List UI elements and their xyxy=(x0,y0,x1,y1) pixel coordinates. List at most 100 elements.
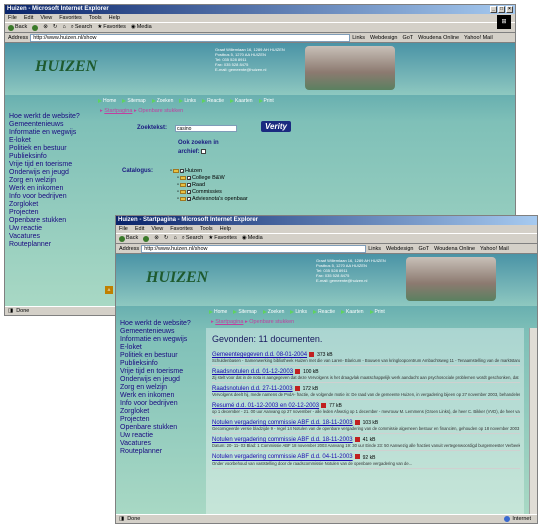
site-logo[interactable]: HUIZEN xyxy=(35,58,97,76)
forward-button[interactable] xyxy=(143,235,150,242)
link-webdesign[interactable]: Webdesign xyxy=(386,246,413,252)
sidebar-item[interactable]: Info voor bedrijven xyxy=(120,400,191,408)
link-yahoo-mail[interactable]: Yahoo! Mail xyxy=(480,246,509,252)
link-woudena[interactable]: Woudena Online xyxy=(418,35,459,41)
sidebar-item[interactable]: Projecten xyxy=(120,416,191,424)
sidebar-item[interactable]: Gemeentenieuws xyxy=(120,328,191,336)
nav-reactie[interactable]: Reactie xyxy=(202,98,224,104)
sidebar-item[interactable]: Gemeentenieuws xyxy=(9,121,80,129)
tree-node-adviesnotas[interactable]: ▫ ✓ Adviesnota's openbaar xyxy=(170,196,248,202)
nav-print[interactable]: Print xyxy=(369,309,385,315)
menu-edit[interactable]: Edit xyxy=(135,225,144,233)
tree-node-huizen[interactable]: ▫ ✓ Huizen xyxy=(170,168,248,174)
stop-button[interactable]: ⊗ xyxy=(154,233,159,244)
menu-view[interactable]: View xyxy=(151,225,163,233)
sidebar-item[interactable]: Publieksinfo xyxy=(9,153,80,161)
home-button[interactable]: ⌂ xyxy=(62,22,65,33)
nav-zoeken[interactable]: Zoeken xyxy=(151,98,173,104)
sidebar-item[interactable]: Hoe werkt de website? xyxy=(9,113,80,121)
sidebar-item[interactable]: Werk en inkomen xyxy=(9,185,80,193)
sidebar-item[interactable]: Politiek en bestuur xyxy=(9,145,80,153)
sidebar-item[interactable]: Vrije tijd en toerisme xyxy=(120,368,191,376)
sidebar-item[interactable]: Vrije tijd en toerisme xyxy=(9,161,80,169)
sidebar-item[interactable]: Openbare stukken xyxy=(120,424,191,432)
menu-help[interactable]: Help xyxy=(109,14,120,22)
back-button[interactable]: Back xyxy=(8,22,27,33)
nav-sitemap[interactable]: Sitemap xyxy=(122,98,146,104)
sidebar-item[interactable]: Vacatures xyxy=(9,233,80,241)
maximize-button[interactable]: □ xyxy=(498,6,505,13)
nav-print[interactable]: Print xyxy=(258,98,274,104)
menu-edit[interactable]: Edit xyxy=(24,14,33,22)
tree-node-raad[interactable]: ▫ ✓ Raad xyxy=(170,182,248,188)
menu-view[interactable]: View xyxy=(40,14,52,22)
favorites-button[interactable]: ★ Favorites xyxy=(97,22,126,33)
forward-button[interactable] xyxy=(32,24,39,31)
link-got[interactable]: GoT xyxy=(418,246,429,252)
site-logo[interactable]: HUIZEN xyxy=(146,269,208,287)
tree-checkbox[interactable]: ✓ xyxy=(186,183,191,188)
home-button[interactable]: ⌂ xyxy=(173,233,176,244)
link-woudena[interactable]: Woudena Online xyxy=(434,246,475,252)
links-label[interactable]: Links xyxy=(352,35,365,41)
tree-checkbox[interactable]: ✓ xyxy=(186,176,191,181)
sidebar-item[interactable]: Zorg en welzijn xyxy=(120,384,191,392)
sidebar-item[interactable]: Politiek en bestuur xyxy=(120,352,191,360)
sidebar-item[interactable]: Onderwijs en jeugd xyxy=(9,169,80,177)
link-yahoo-mail[interactable]: Yahoo! Mail xyxy=(464,35,493,41)
sidebar-item[interactable]: E-loket xyxy=(9,137,80,145)
refresh-button[interactable]: ↻ xyxy=(164,233,169,244)
address-input[interactable]: http://www.huizen.nl/show xyxy=(30,33,351,42)
search-input[interactable]: casino xyxy=(175,125,237,132)
favorites-button[interactable]: ★ Favorites xyxy=(208,233,237,244)
nav-zoeken[interactable]: Zoeken xyxy=(262,309,284,315)
nav-home[interactable]: Home xyxy=(209,309,227,315)
sidebar-item[interactable]: Informatie en wegwijs xyxy=(9,129,80,137)
nav-kaarten[interactable]: Kaarten xyxy=(230,98,253,104)
sidebar-item[interactable]: E-loket xyxy=(120,344,191,352)
link-got[interactable]: GoT xyxy=(402,35,413,41)
address-input[interactable]: http://www.huizen.nl/show xyxy=(141,244,367,253)
search-button[interactable]: ⌕ Search xyxy=(71,22,93,33)
tree-checkbox[interactable]: ✓ xyxy=(186,190,191,195)
tree-node-college[interactable]: ▫ ✓ College B&W xyxy=(170,175,248,181)
link-webdesign[interactable]: Webdesign xyxy=(370,35,397,41)
sidebar-item[interactable]: Routeplanner xyxy=(120,448,191,456)
sidebar-item[interactable]: Info voor bedrijven xyxy=(9,193,80,201)
nav-home[interactable]: Home xyxy=(98,98,116,104)
sidebar-item[interactable]: Werk en inkomen xyxy=(120,392,191,400)
result-title-link[interactable]: Notulen vergadering commissie ABF d.d. 0… xyxy=(212,455,353,461)
sidebar-item[interactable]: Routeplanner xyxy=(9,241,80,249)
menu-tools[interactable]: Tools xyxy=(200,225,213,233)
breadcrumb-startpagina[interactable]: Startpagina xyxy=(104,108,132,114)
sidebar-item[interactable]: Publieksinfo xyxy=(120,360,191,368)
tree-checkbox[interactable]: ✓ xyxy=(186,197,191,202)
sidebar-item[interactable]: Zorgloket xyxy=(120,408,191,416)
tree-checkbox[interactable]: ✓ xyxy=(179,169,184,174)
close-button[interactable]: × xyxy=(506,6,513,13)
breadcrumb-startpagina[interactable]: Startpagina xyxy=(215,319,243,325)
adobe-icon[interactable]: A xyxy=(105,286,113,294)
menu-favorites[interactable]: Favorites xyxy=(59,14,82,22)
nav-links[interactable]: Links xyxy=(290,309,307,315)
sidebar-item[interactable]: Onderwijs en jeugd xyxy=(120,376,191,384)
menu-file[interactable]: File xyxy=(119,225,128,233)
scrollbar[interactable] xyxy=(529,328,537,514)
menu-tools[interactable]: Tools xyxy=(89,14,102,22)
sidebar-item[interactable]: Projecten xyxy=(9,209,80,217)
sidebar-item[interactable]: Vacatures xyxy=(120,440,191,448)
menu-file[interactable]: File xyxy=(8,14,17,22)
nav-kaarten[interactable]: Kaarten xyxy=(341,309,364,315)
tree-node-commissies[interactable]: ▫ ✓ Commissies xyxy=(170,189,248,195)
sidebar-item[interactable]: Hoe werkt de website? xyxy=(120,320,191,328)
sidebar-item[interactable]: Zorgloket xyxy=(9,201,80,209)
nav-reactie[interactable]: Reactie xyxy=(313,309,335,315)
stop-button[interactable]: ⊗ xyxy=(43,22,48,33)
minimize-button[interactable]: _ xyxy=(490,6,497,13)
back-button[interactable]: Back xyxy=(119,233,138,244)
sidebar-item[interactable]: Uw reactie xyxy=(9,225,80,233)
media-button[interactable]: ◉ Media xyxy=(242,233,263,244)
menu-favorites[interactable]: Favorites xyxy=(170,225,193,233)
refresh-button[interactable]: ↻ xyxy=(53,22,58,33)
archive-checkbox[interactable] xyxy=(201,149,207,154)
